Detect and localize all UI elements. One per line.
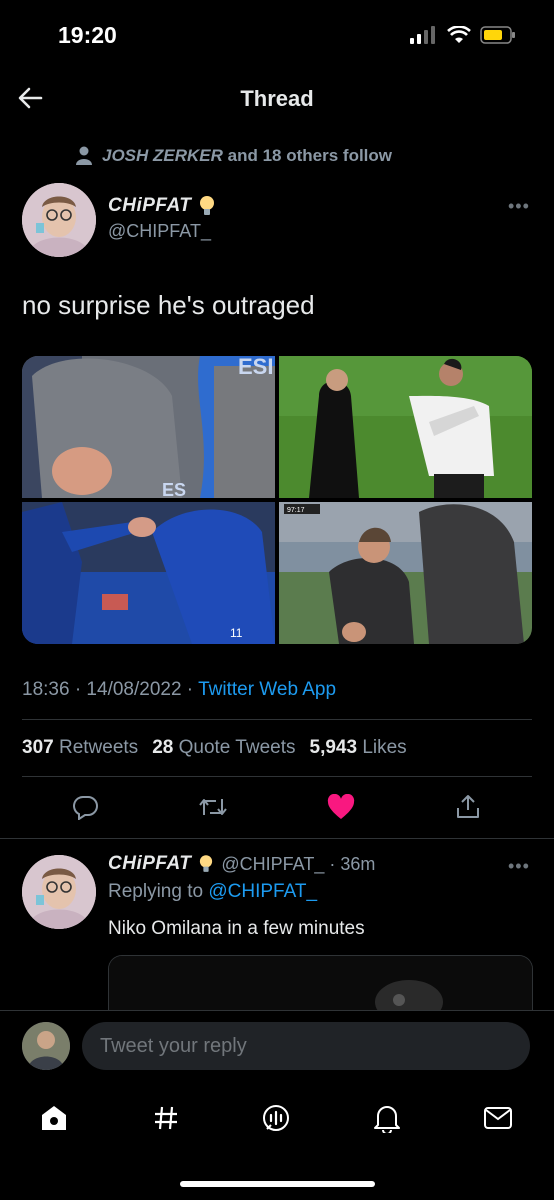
divider — [22, 719, 532, 720]
wifi-icon — [447, 26, 471, 43]
tweet-stats: 307 Retweets 28 Quote Tweets 5,943 Likes — [22, 737, 407, 759]
likes-label: Likes — [362, 737, 407, 758]
retweet-icon[interactable] — [196, 790, 230, 824]
social-context-name: JOSH ZERKER — [102, 146, 223, 165]
more-icon[interactable]: ••• — [508, 196, 530, 217]
replying-to-handle[interactable]: @CHIPFAT_ — [208, 881, 317, 902]
media-1-overlay-bottom: ES — [162, 480, 186, 498]
hashtag-icon[interactable] — [150, 1102, 182, 1134]
retweets-count: 307 — [22, 737, 54, 758]
reply-input[interactable]: Tweet your reply — [82, 1022, 530, 1070]
share-icon[interactable] — [451, 790, 485, 824]
status-icons — [410, 26, 516, 44]
reply-handle-time: @CHIPFAT_ · 36m — [221, 853, 376, 874]
tweet-text: no surprise he's outraged — [22, 290, 315, 320]
social-context-text: and 18 others follow — [227, 146, 393, 165]
tweet-time: 18:36 · 14/08/2022 · — [22, 679, 199, 700]
replying-to-label: Replying to — [108, 881, 209, 902]
mail-icon[interactable] — [482, 1102, 514, 1134]
page-title: Thread — [240, 86, 314, 111]
media-1-overlay-top: ESI — [238, 356, 273, 379]
reply-text: Niko Omilana in a few minutes — [108, 918, 365, 939]
reply-avatar[interactable] — [22, 855, 96, 929]
tweet-timestamp: 18:36 · 14/08/2022 · Twitter Web App — [22, 679, 336, 701]
tweet-source-link[interactable]: Twitter Web App — [198, 679, 336, 700]
home-indicator — [180, 1181, 375, 1187]
reply-display-name: CHiPFAT — [108, 853, 192, 874]
reply-media[interactable] — [108, 955, 533, 1016]
bulb-icon — [200, 196, 215, 215]
media-image-2[interactable] — [279, 356, 532, 498]
reply-more-icon[interactable]: ••• — [508, 856, 530, 877]
retweets-label: Retweets — [58, 737, 139, 758]
likes-stat[interactable]: 5,943 Likes — [310, 737, 407, 759]
spaces-icon[interactable] — [260, 1102, 292, 1134]
person-icon — [76, 146, 92, 165]
divider — [22, 776, 532, 777]
likes-count: 5,943 — [309, 737, 358, 758]
media-4-overlay: 97:17 — [287, 507, 305, 514]
reply-author[interactable]: CHiPFAT @CHIPFAT_ · 36m — [108, 853, 375, 875]
home-icon[interactable] — [38, 1102, 70, 1134]
tweet-actions — [22, 790, 532, 824]
social-context[interactable]: JOSH ZERKER and 18 others follow — [76, 146, 392, 166]
media-3-overlay: 11 — [230, 626, 243, 640]
tweet-author[interactable]: CHiPFAT @CHIPFAT_ — [108, 195, 215, 242]
media-image-4[interactable]: 97:17 — [279, 502, 532, 644]
status-time: 19:20 — [58, 22, 117, 48]
handle: @CHIPFAT_ — [108, 221, 211, 241]
display-name: CHiPFAT — [108, 195, 192, 216]
divider — [0, 838, 554, 839]
bulb-icon — [200, 855, 213, 872]
reply-icon[interactable] — [69, 790, 103, 824]
bell-icon[interactable] — [371, 1102, 403, 1134]
avatar[interactable] — [22, 183, 96, 257]
media-image-1[interactable]: ESI ES — [22, 356, 275, 498]
heart-icon[interactable] — [324, 790, 358, 824]
retweets-stat[interactable]: 307 Retweets — [22, 737, 138, 759]
replying-to: Replying to @CHIPFAT_ — [108, 881, 317, 903]
quotes-stat[interactable]: 28 Quote Tweets — [152, 737, 295, 759]
user-avatar[interactable] — [22, 1022, 70, 1070]
media-grid[interactable]: ESI ES 11 97:17 — [22, 356, 532, 644]
media-image-3[interactable]: 11 — [22, 502, 275, 644]
battery-icon — [480, 26, 515, 44]
quotes-label: Quote Tweets — [178, 737, 296, 758]
signal-icon — [410, 26, 435, 44]
quotes-count: 28 — [152, 737, 174, 758]
